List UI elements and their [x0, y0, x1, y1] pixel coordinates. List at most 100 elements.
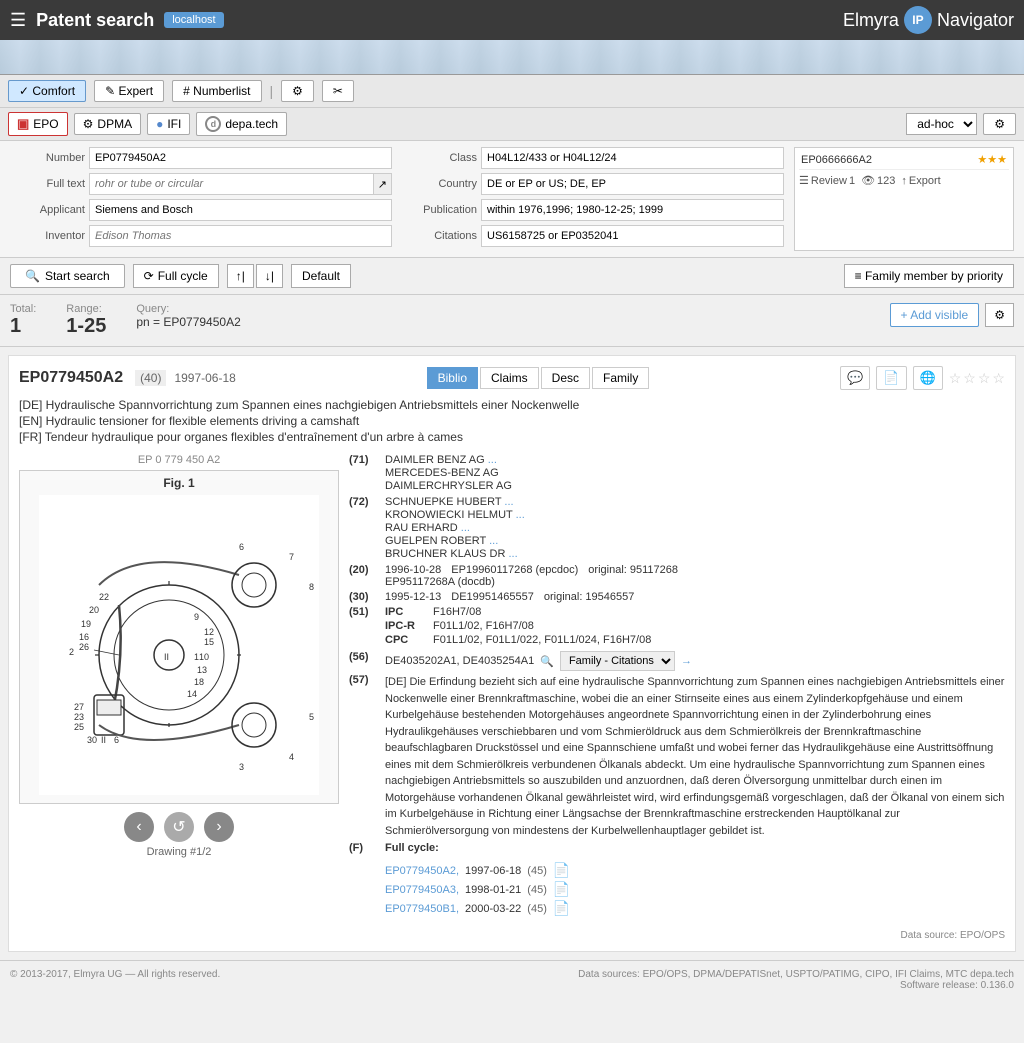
form-left: Number Full text ↗ Applicant Inventor — [10, 147, 392, 251]
tab-biblio[interactable]: Biblio — [427, 367, 478, 389]
svg-text:4: 4 — [289, 752, 294, 762]
svg-text:22: 22 — [99, 592, 109, 602]
publication-input[interactable] — [481, 199, 784, 221]
source-depa[interactable]: d depa.tech — [196, 112, 287, 136]
history-entry[interactable]: EP0666666A2 — [801, 154, 872, 166]
adhoc-select[interactable]: ad-hoc — [906, 113, 977, 135]
tab-numberlist[interactable]: # Numberlist — [172, 80, 261, 102]
inventor-5-more[interactable]: ... — [508, 548, 517, 560]
pdf-btn[interactable]: 📄 — [876, 366, 906, 390]
settings-btn[interactable]: ⚙ — [281, 80, 314, 102]
star-3[interactable]: ☆ — [978, 370, 991, 387]
prev-drawing-btn[interactable]: ‹ — [124, 812, 154, 842]
search-citations-icon[interactable]: 🔍 — [540, 655, 554, 668]
tools-btn[interactable]: ✂ — [322, 80, 354, 102]
review-label: Review — [811, 175, 847, 187]
cycle-pdf-3[interactable]: 📄 — [553, 900, 570, 917]
country-input[interactable] — [481, 173, 784, 195]
history-actions: ☰ Review 1 👁 123 ↑ Export — [799, 169, 1009, 187]
citations-row: DE4035202A1, DE4035254A1 🔍 Family - Cita… — [385, 651, 1005, 671]
full-cycle-entries: EP0779450A2, 1997-06-18 (45) 📄 EP0779450… — [385, 862, 1005, 917]
inventor-4-more[interactable]: ... — [489, 535, 498, 547]
header-left: ☰ Patent search localhost — [10, 10, 224, 31]
tab-claims[interactable]: Claims — [480, 367, 539, 389]
range-value: 1-25 — [66, 315, 106, 338]
patent-id[interactable]: EP0779450A2 — [19, 369, 123, 387]
search-icon: 🔍 — [25, 269, 40, 283]
star-1[interactable]: ☆ — [949, 370, 962, 387]
fulltext-input[interactable] — [89, 173, 374, 195]
family-member-btn[interactable]: ≡ Family member by priority — [844, 264, 1014, 288]
inventor-3-more[interactable]: ... — [461, 522, 470, 534]
add-visible-btn[interactable]: + Add visible — [890, 303, 980, 327]
star-rating[interactable]: ☆ ☆ ☆ ☆ — [949, 370, 1005, 387]
priority-content: 1995-12-13 DE19951465557 original: 19546… — [385, 591, 1005, 603]
svg-text:19: 19 — [81, 619, 91, 629]
patent-body: EP 0 779 450 A2 Fig. 1 — [19, 454, 1005, 922]
citations-arrow[interactable]: → — [681, 655, 692, 667]
cycle-id-3[interactable]: EP0779450B1, — [385, 903, 459, 915]
applicant-input[interactable] — [89, 199, 392, 221]
number-input[interactable] — [89, 147, 392, 169]
cycle-pdf-2[interactable]: 📄 — [553, 881, 570, 898]
svg-text:3: 3 — [239, 762, 244, 772]
svg-text:25: 25 — [74, 722, 84, 732]
tab-comfort[interactable]: ✓ Comfort — [8, 80, 86, 102]
export-btn[interactable]: ↑ Export — [901, 175, 940, 187]
class-row: Class — [402, 147, 784, 169]
tab-expert[interactable]: ✎ Expert — [94, 80, 164, 102]
view-btn[interactable]: 👁 123 — [861, 174, 895, 187]
cycle-id-1[interactable]: EP0779450A2, — [385, 865, 459, 877]
source-dpma[interactable]: ⚙ DPMA — [74, 113, 141, 135]
source-buttons: ▣ EPO ⚙ DPMA ● IFI d depa.tech — [8, 112, 287, 136]
abstract-content: [DE] Die Erfindung bezieht sich auf eine… — [385, 674, 1005, 839]
star-2[interactable]: ☆ — [963, 370, 976, 387]
inventor-2: KRONOWIECKI HELMUT ... — [385, 509, 1005, 521]
citations-type-select[interactable]: Family - Citations — [560, 651, 675, 671]
inventor-1-more[interactable]: ... — [504, 496, 513, 508]
web-btn[interactable]: 🌐 — [913, 366, 943, 390]
ipc-num: (51) — [349, 606, 377, 618]
results-header: Total: 1 Range: 1-25 Query: pn = EP07794… — [0, 295, 1024, 347]
priority-row: (30) 1995-12-13 DE19951465557 original: … — [349, 591, 1005, 603]
citations-input[interactable] — [481, 225, 784, 247]
range-label: Range: — [66, 303, 106, 315]
cycle-date-2: 1998-01-21 — [465, 884, 521, 896]
default-btn[interactable]: Default — [291, 264, 351, 288]
fulltext-expand-btn[interactable]: ↗ — [374, 173, 392, 195]
ipcr-row: IPC-R F01L1/02, F16H7/08 — [385, 620, 1005, 632]
sort-asc-btn[interactable]: ↑| — [227, 264, 254, 288]
patent-tabs: Biblio Claims Desc Family — [427, 367, 650, 389]
next-drawing-btn[interactable]: › — [204, 812, 234, 842]
results-settings-btn[interactable]: ⚙ — [985, 303, 1014, 327]
star-4[interactable]: ☆ — [992, 370, 1005, 387]
tab-family[interactable]: Family — [592, 367, 649, 389]
history-entry-row: EP0666666A2 ★★★ — [799, 152, 1009, 167]
inventor-2-more[interactable]: ... — [516, 509, 525, 521]
ipcr-label: IPC-R — [385, 620, 425, 632]
source-ifi[interactable]: ● IFI — [147, 113, 190, 135]
separator-1: | — [270, 83, 274, 99]
review-btn[interactable]: ☰ Review 1 — [799, 174, 855, 187]
hamburger-icon[interactable]: ☰ — [10, 10, 26, 31]
cycle-pdf-1[interactable]: 📄 — [553, 862, 570, 879]
applicant-1-more[interactable]: ... — [488, 454, 497, 466]
refresh-drawing-btn[interactable]: ↺ — [164, 812, 194, 842]
sort-desc-btn[interactable]: ↓| — [256, 264, 283, 288]
drawing-number: Drawing #1/2 — [19, 846, 339, 858]
citations-value: DE4035202A1, DE4035254A1 — [385, 655, 534, 667]
svg-text:2: 2 — [69, 647, 74, 657]
comment-btn[interactable]: 💬 — [840, 366, 870, 390]
adhoc-settings[interactable]: ⚙ — [983, 113, 1016, 135]
start-search-btn[interactable]: 🔍 Start search — [10, 264, 125, 288]
patent-drawing-area: EP 0 779 450 A2 Fig. 1 — [19, 454, 339, 922]
svg-text:18: 18 — [194, 677, 204, 687]
cycle-id-2[interactable]: EP0779450A3, — [385, 884, 459, 896]
svg-text:12: 12 — [204, 627, 214, 637]
class-input[interactable] — [481, 147, 784, 169]
software-release: Software release: 0.136.0 — [578, 980, 1014, 991]
full-cycle-btn[interactable]: ⟳ Full cycle — [133, 264, 219, 288]
tab-desc[interactable]: Desc — [541, 367, 590, 389]
source-epo[interactable]: ▣ EPO — [8, 112, 68, 136]
inventor-input[interactable] — [89, 225, 392, 247]
